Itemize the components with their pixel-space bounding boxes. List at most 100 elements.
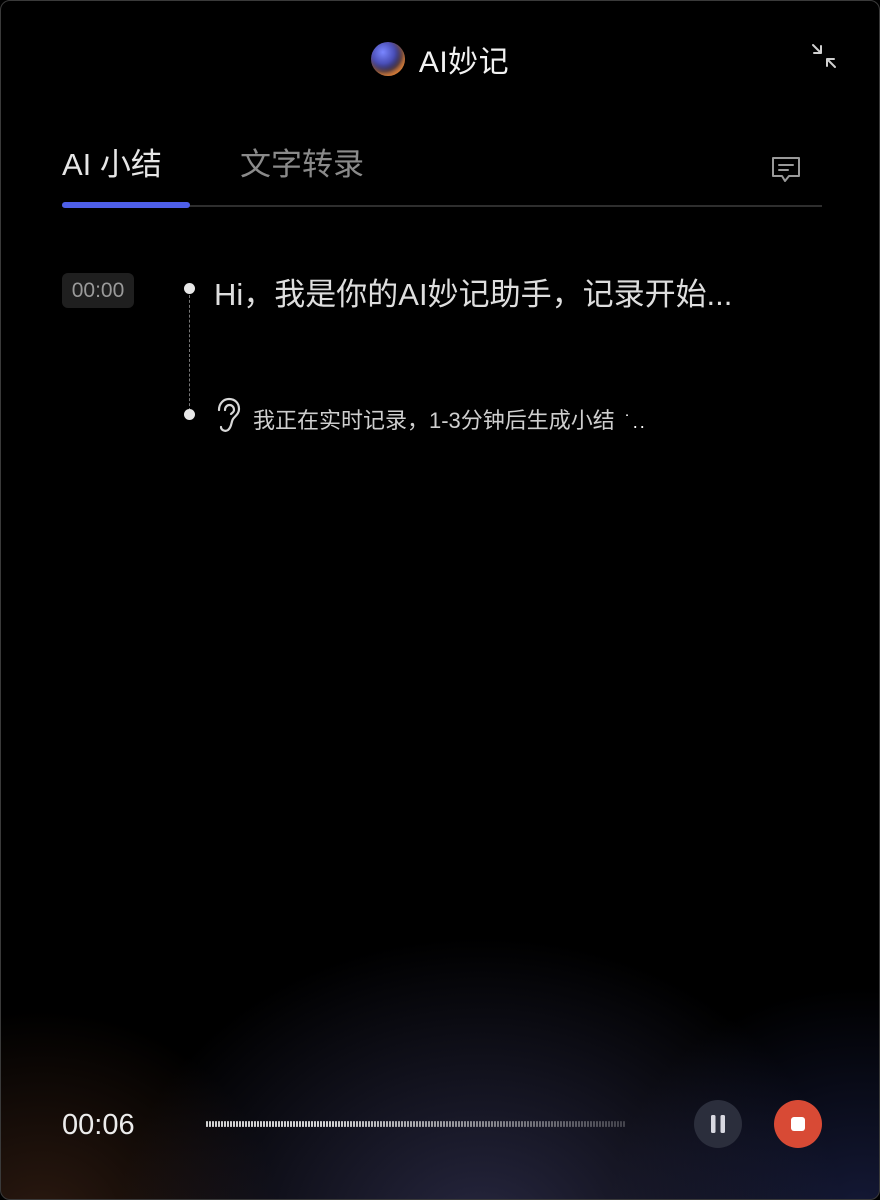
- waveform-bar: [224, 1121, 226, 1127]
- waveform-bar: [275, 1121, 277, 1127]
- waveform-bar: [323, 1121, 325, 1127]
- recording-status: 我正在实时记录，1-3分钟后生成小结 ˙..: [253, 403, 647, 435]
- waveform-bar: [365, 1121, 367, 1127]
- waveform-bar: [533, 1121, 535, 1127]
- tab-ai-summary[interactable]: AI 小结: [62, 139, 162, 184]
- waveform-bar: [386, 1121, 388, 1127]
- waveform-bar: [248, 1121, 250, 1127]
- waveform-bar: [446, 1121, 448, 1127]
- waveform-bar: [587, 1121, 589, 1127]
- waveform-bar: [554, 1121, 556, 1127]
- waveform-bar: [437, 1121, 439, 1127]
- waveform-bar: [590, 1121, 592, 1127]
- waveform-bar: [260, 1121, 262, 1127]
- waveform-bar: [392, 1121, 394, 1127]
- waveform-bar: [332, 1121, 334, 1127]
- waveform-bar: [581, 1121, 583, 1127]
- waveform-bar: [326, 1121, 328, 1127]
- waveform-bar: [257, 1121, 259, 1127]
- waveform-bar: [308, 1121, 310, 1127]
- waveform-bar: [506, 1121, 508, 1127]
- waveform-bar: [242, 1121, 244, 1127]
- waveform-bar: [338, 1121, 340, 1127]
- title-bar: AI妙记: [1, 39, 879, 79]
- waveform-bar: [617, 1121, 619, 1127]
- waveform-bar: [221, 1121, 223, 1127]
- waveform-bar: [371, 1121, 373, 1127]
- waveform-bar: [272, 1121, 274, 1127]
- waveform-bar: [527, 1121, 529, 1127]
- waveform-bar: [380, 1121, 382, 1127]
- waveform-bar: [578, 1121, 580, 1127]
- waveform-bar: [239, 1121, 241, 1127]
- waveform-bar: [350, 1121, 352, 1127]
- waveform-bar: [524, 1121, 526, 1127]
- waveform-bar: [287, 1121, 289, 1127]
- waveform-bar: [575, 1121, 577, 1127]
- waveform-bar: [356, 1121, 358, 1127]
- waveform-bar: [458, 1121, 460, 1127]
- waveform-bar: [503, 1121, 505, 1127]
- waveform-bar: [401, 1121, 403, 1127]
- waveform-bar: [374, 1121, 376, 1127]
- waveform-bar: [251, 1121, 253, 1127]
- chat-comment-icon[interactable]: [770, 155, 802, 185]
- waveform-bar: [536, 1121, 538, 1127]
- waveform-bar: [233, 1121, 235, 1127]
- waveform-bar: [569, 1121, 571, 1127]
- waveform-bar: [359, 1121, 361, 1127]
- assistant-greeting: Hi，我是你的AI妙记助手，记录开始...: [214, 277, 733, 312]
- waveform-bar: [269, 1121, 271, 1127]
- waveform-bar: [329, 1121, 331, 1127]
- waveform-bar: [605, 1121, 607, 1127]
- waveform-bar: [290, 1121, 292, 1127]
- waveform-bar: [455, 1121, 457, 1127]
- pause-button[interactable]: [694, 1100, 742, 1148]
- waveform-bar: [383, 1121, 385, 1127]
- waveform-bar: [263, 1121, 265, 1127]
- waveform-bar: [530, 1121, 532, 1127]
- timestamp-badge[interactable]: 00:00: [62, 273, 134, 308]
- waveform-bar: [623, 1121, 625, 1127]
- waveform-bar: [497, 1121, 499, 1127]
- waveform-bar: [431, 1121, 433, 1127]
- tab-transcript[interactable]: 文字转录: [240, 139, 364, 184]
- waveform-bar: [419, 1121, 421, 1127]
- waveform-bar: [317, 1121, 319, 1127]
- waveform-bar: [212, 1121, 214, 1127]
- waveform-bar: [479, 1121, 481, 1127]
- waveform-bar: [467, 1121, 469, 1127]
- waveform-bar: [284, 1121, 286, 1127]
- waveform-bar: [395, 1121, 397, 1127]
- pause-icon: [711, 1115, 725, 1133]
- waveform-bar: [227, 1121, 229, 1127]
- waveform-bar: [302, 1121, 304, 1127]
- waveform-bar: [347, 1121, 349, 1127]
- stop-icon: [791, 1117, 805, 1131]
- waveform-bar: [410, 1121, 412, 1127]
- collapse-icon[interactable]: [809, 41, 839, 71]
- waveform-bar: [425, 1121, 427, 1127]
- typing-indicator-icon: ˙..: [624, 412, 647, 432]
- waveform-bar: [353, 1121, 355, 1127]
- app-title: AI妙记: [418, 46, 510, 79]
- stop-button[interactable]: [774, 1100, 822, 1148]
- waveform-bar: [611, 1121, 613, 1127]
- waveform-bar: [482, 1121, 484, 1127]
- waveform-bar: [509, 1121, 511, 1127]
- waveform-bar: [572, 1121, 574, 1127]
- waveform-bar: [389, 1121, 391, 1127]
- waveform-bar: [500, 1121, 502, 1127]
- waveform-bar: [476, 1121, 478, 1127]
- waveform-bar: [488, 1121, 490, 1127]
- waveform-bar: [602, 1121, 604, 1127]
- ear-icon: [217, 397, 241, 432]
- ai-orb-logo-icon: [370, 42, 405, 76]
- waveform-bar: [416, 1121, 418, 1127]
- waveform-bar: [209, 1121, 211, 1127]
- timeline-connector: [189, 295, 190, 411]
- waveform-bar: [320, 1121, 322, 1127]
- waveform-bar: [398, 1121, 400, 1127]
- active-tab-indicator: [62, 202, 190, 208]
- waveform-bar: [236, 1121, 238, 1127]
